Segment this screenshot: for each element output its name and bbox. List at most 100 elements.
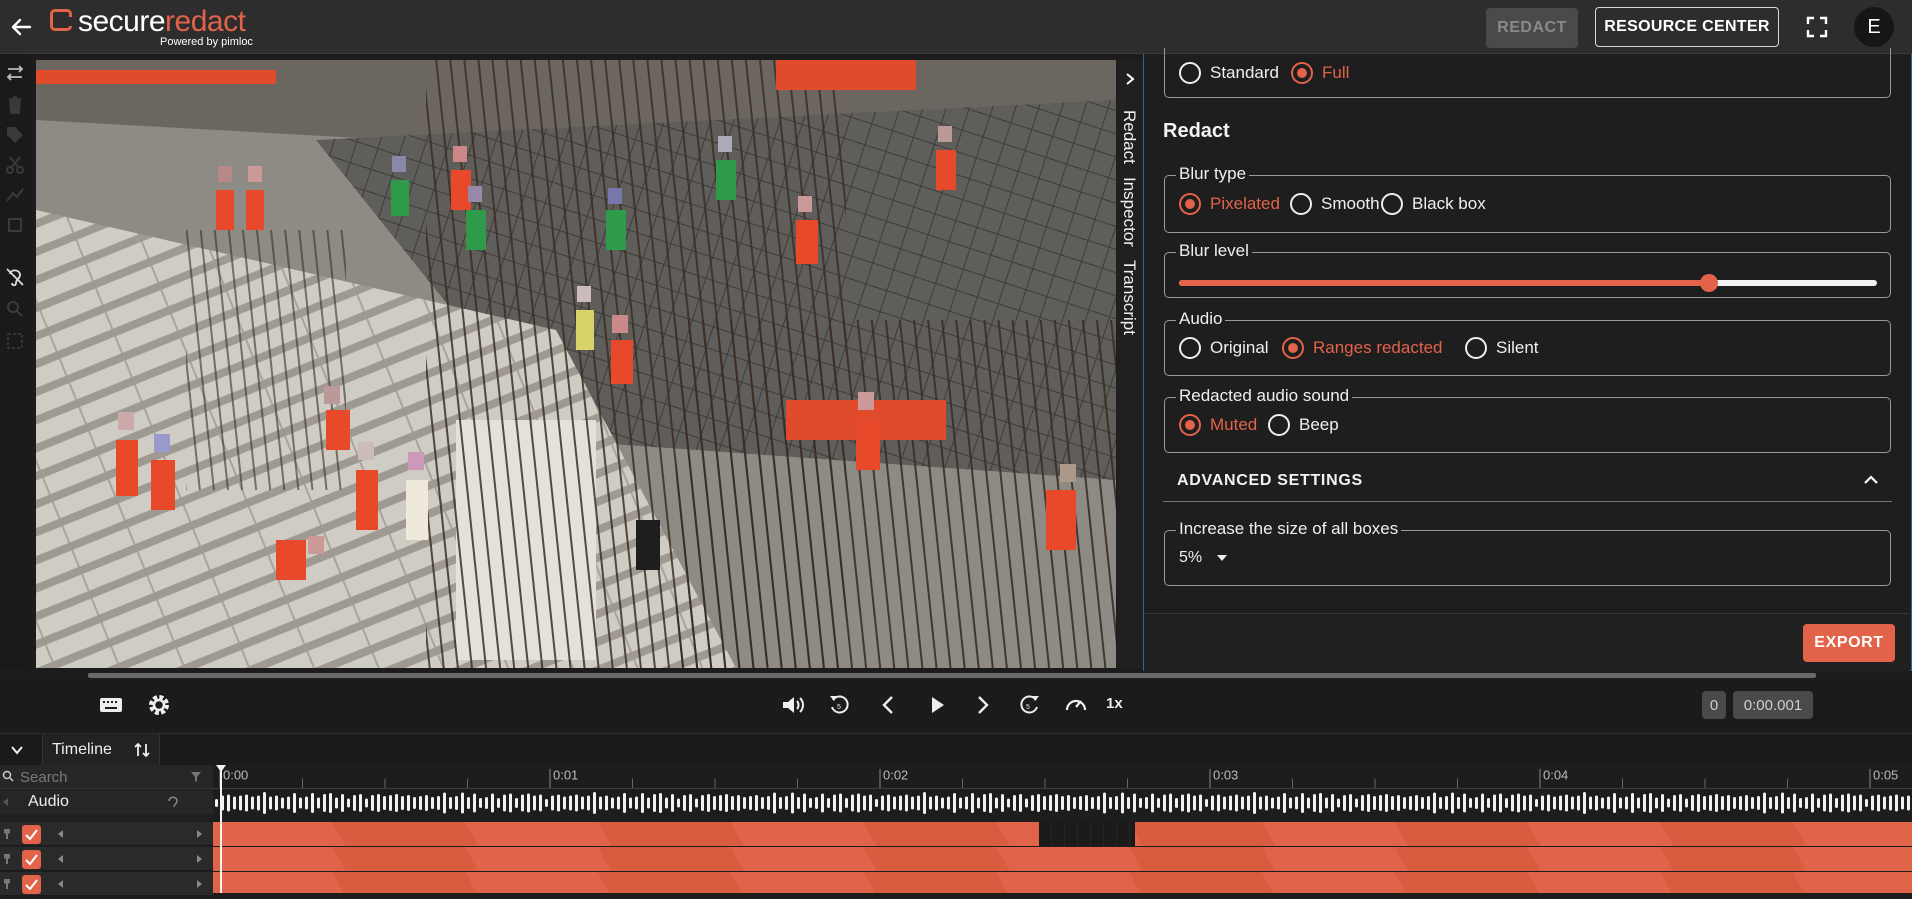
waveform-bar: [371, 795, 374, 811]
track-next-icon[interactable]: [197, 880, 202, 888]
waveform-bar: [821, 793, 824, 813]
waveform-bar: [1625, 796, 1628, 810]
waveform-bar: [1895, 794, 1898, 812]
radio-pixelated[interactable]: Pixelated: [1179, 176, 1280, 232]
resource-center-button[interactable]: RESOURCE CENTER: [1595, 7, 1779, 47]
waveform-bar: [1277, 796, 1280, 810]
frame-counter: 0: [1702, 691, 1726, 719]
radio-ranges-redacted[interactable]: Ranges redacted: [1282, 321, 1442, 375]
waveform-bar: [1475, 797, 1478, 809]
timeline-tab[interactable]: Timeline: [42, 734, 160, 766]
timeline-ruler[interactable]: 0:00 0:01 0:02 0:03 0:04 0:05: [213, 765, 1912, 789]
radio-silent[interactable]: Silent: [1465, 321, 1539, 375]
tag-icon[interactable]: [4, 124, 26, 146]
search-icon[interactable]: [4, 298, 26, 320]
advanced-settings-toggle[interactable]: ADVANCED SETTINGS: [1163, 460, 1892, 502]
hearing-icon[interactable]: [165, 795, 181, 809]
volume-icon[interactable]: [780, 692, 806, 718]
radio-smooth[interactable]: Smooth: [1290, 176, 1380, 232]
track-bar[interactable]: [213, 872, 1912, 893]
back-arrow-icon[interactable]: [8, 14, 34, 40]
playback-speed[interactable]: 1x: [1106, 695, 1123, 712]
waveform-bar: [527, 793, 530, 813]
trash-icon[interactable]: [4, 94, 26, 116]
radio-standard[interactable]: Standard: [1179, 48, 1279, 97]
radio-muted[interactable]: Muted: [1179, 398, 1257, 452]
timeline-tick-label: 0:03: [1213, 768, 1238, 783]
waveform-bar: [1697, 794, 1700, 812]
hearing-disabled-icon[interactable]: [4, 266, 26, 288]
keyboard-icon[interactable]: [98, 692, 124, 718]
path-icon[interactable]: [4, 184, 26, 206]
swap-arrows-icon[interactable]: [4, 62, 26, 84]
pin-icon[interactable]: [2, 878, 12, 890]
radio-black-box[interactable]: Black box: [1381, 176, 1486, 232]
timeline-search-input[interactable]: [20, 767, 180, 787]
waveform-bar: [1595, 795, 1598, 811]
export-button[interactable]: EXPORT: [1803, 624, 1895, 662]
waveform-bar: [1811, 793, 1814, 813]
track-bar[interactable]: [213, 847, 1912, 871]
redact-button[interactable]: REDACT: [1486, 8, 1578, 48]
track-checkbox[interactable]: [22, 875, 41, 894]
cut-icon[interactable]: [4, 154, 26, 176]
track-prev-icon[interactable]: [58, 830, 63, 838]
track-checkbox[interactable]: [22, 825, 41, 844]
chevron-down-icon[interactable]: [10, 744, 24, 756]
next-frame-icon[interactable]: [969, 692, 995, 718]
track-bar[interactable]: [213, 822, 1912, 846]
user-avatar[interactable]: E: [1854, 7, 1894, 47]
track-row[interactable]: [0, 822, 213, 846]
waveform-bar: [1007, 798, 1010, 808]
chevron-right-icon[interactable]: [1123, 72, 1137, 86]
waveform-bar: [1703, 796, 1706, 810]
box-size-select[interactable]: 5%: [1179, 531, 1249, 585]
pin-icon[interactable]: [2, 828, 12, 840]
track-next-icon[interactable]: [197, 830, 202, 838]
logo-subtitle: Powered by pimloc: [160, 36, 253, 48]
forward-icon[interactable]: 5: [1016, 692, 1042, 718]
pin-icon[interactable]: [2, 853, 12, 865]
select-box-icon[interactable]: [4, 330, 26, 352]
tab-redact[interactable]: Redact: [1119, 110, 1139, 164]
blur-level-slider[interactable]: [1179, 274, 1877, 292]
waveform-bar: [1391, 796, 1394, 810]
playhead[interactable]: [216, 765, 226, 893]
radio-beep[interactable]: Beep: [1268, 398, 1339, 452]
track-checkbox[interactable]: [22, 850, 41, 869]
gear-icon[interactable]: [146, 692, 172, 718]
waveform-bar: [1889, 795, 1892, 811]
track-row[interactable]: [0, 847, 213, 871]
tab-transcript[interactable]: Transcript: [1119, 260, 1139, 335]
waveform-bar: [923, 792, 926, 814]
waveform-bar: [791, 792, 794, 814]
waveform-bar: [1859, 794, 1862, 812]
track-row[interactable]: [0, 872, 213, 896]
audio-track-row[interactable]: Audio: [0, 790, 213, 814]
timeline-canvas[interactable]: 0:00 0:01 0:02 0:03 0:04 0:05: [213, 765, 1912, 893]
filter-icon[interactable]: [190, 771, 202, 783]
sort-arrows-icon[interactable]: [133, 741, 151, 759]
track-next-icon[interactable]: [197, 855, 202, 863]
waveform-bar: [1025, 798, 1028, 808]
crop-icon[interactable]: [4, 214, 26, 236]
video-frame[interactable]: [36, 60, 1116, 668]
radio-full[interactable]: Full: [1291, 48, 1349, 97]
caret-down-icon: [1217, 555, 1228, 561]
tab-inspector[interactable]: Inspector: [1119, 177, 1139, 247]
fullscreen-icon[interactable]: [1804, 14, 1830, 40]
previous-frame-icon[interactable]: [876, 692, 902, 718]
waveform-bar: [1535, 799, 1538, 807]
play-icon[interactable]: [924, 692, 950, 718]
waveform-bar: [1061, 796, 1064, 810]
blur-level-slider-thumb[interactable]: [1700, 274, 1719, 292]
radio-original[interactable]: Original: [1179, 321, 1269, 375]
track-prev-icon[interactable]: [58, 880, 63, 888]
replay-icon[interactable]: 5: [827, 692, 853, 718]
waveform-bar: [815, 797, 818, 809]
speed-gauge-icon[interactable]: [1063, 692, 1089, 718]
playback-progress-bar[interactable]: [88, 673, 1816, 678]
audio-waveform[interactable]: [213, 791, 1912, 815]
waveform-bar: [389, 795, 392, 811]
track-prev-icon[interactable]: [58, 855, 63, 863]
